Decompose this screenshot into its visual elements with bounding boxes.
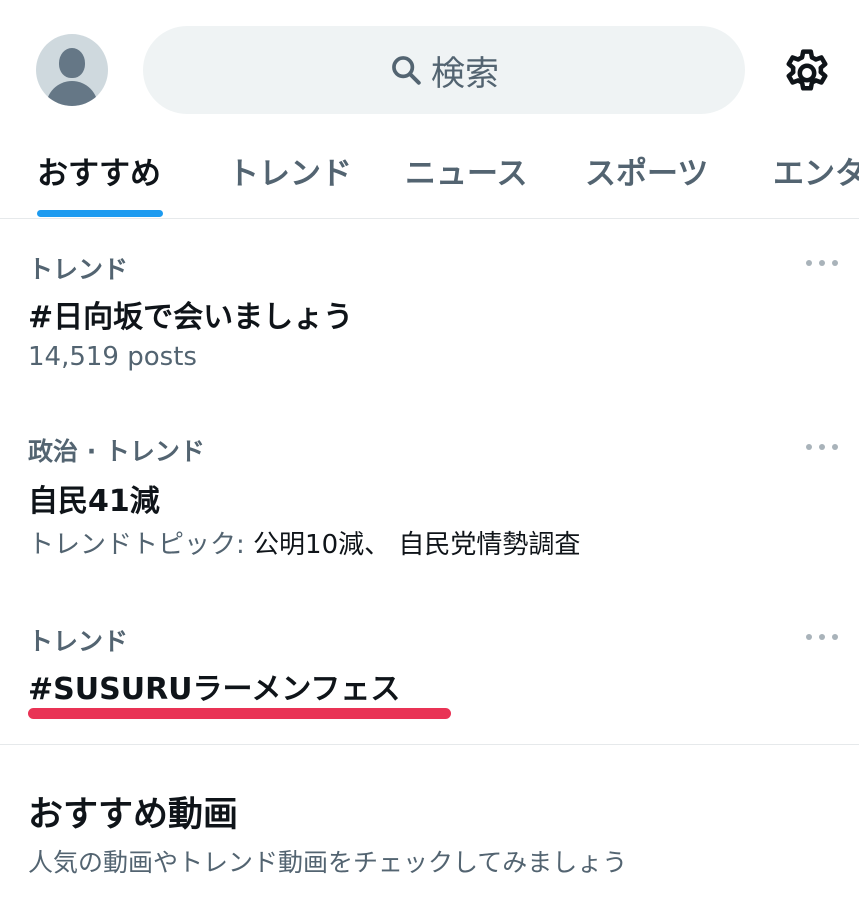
avatar[interactable] (36, 34, 108, 106)
highlight-underline (28, 708, 451, 719)
trend-post-count: 14,519 posts (28, 342, 197, 372)
trend-item[interactable]: トレンド #SUSURUラーメンフェス (0, 620, 859, 720)
more-options-icon[interactable] (806, 442, 840, 452)
trend-category: トレンド (28, 627, 129, 656)
active-tab-indicator (37, 210, 163, 217)
trend-title: #SUSURUラーメンフェス (28, 672, 401, 707)
trend-topics-value: 公明10減、 自民党情勢調査 (253, 530, 581, 560)
trend-item[interactable]: 政治 · トレンド 自民41減 トレンドトピック: 公明10減、 自民党情勢調査 (0, 430, 859, 570)
trend-topics: トレンドトピック: 公明10減、 自民党情勢調査 (28, 524, 580, 561)
tab-news[interactable]: ニュース (405, 148, 527, 193)
avatar-body (46, 81, 98, 106)
trend-title: #日向坂で会いましょう (28, 300, 354, 335)
more-options-icon[interactable] (806, 258, 840, 268)
tab-sports[interactable]: スポーツ (585, 148, 708, 193)
explore-page: 検索 おすすめ トレンド ニュース スポーツ エンタ トレンド #日向坂で会いま… (0, 0, 859, 910)
tab-recommended[interactable]: おすすめ (37, 148, 161, 193)
explore-tabs: おすすめ トレンド ニュース スポーツ エンタ (0, 120, 859, 219)
recommended-videos-subtitle: 人気の動画やトレンド動画をチェックしてみましょう (28, 848, 628, 877)
trend-topics-label: トレンドトピック: (28, 530, 254, 560)
trend-title: 自民41減 (28, 484, 160, 519)
trend-item[interactable]: トレンド #日向坂で会いましょう 14,519 posts (0, 246, 859, 386)
tab-entertainment[interactable]: エンタ (773, 148, 859, 193)
search-icon (392, 56, 421, 85)
trend-category: トレンド (28, 255, 129, 284)
avatar-head (59, 48, 85, 78)
trend-category: 政治 · トレンド (28, 437, 205, 466)
more-options-icon[interactable] (806, 632, 840, 642)
section-divider (0, 744, 859, 745)
recommended-videos-title: おすすめ動画 (28, 795, 239, 835)
gear-icon[interactable] (780, 46, 834, 100)
tab-trending[interactable]: トレンド (228, 148, 352, 193)
search-input[interactable]: 検索 (143, 26, 745, 114)
search-placeholder: 検索 (431, 53, 499, 94)
